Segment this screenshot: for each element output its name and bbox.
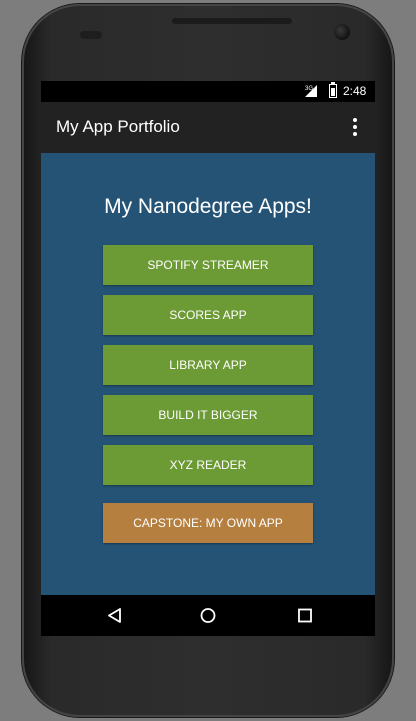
device-screen: 3G 2:48 My App Portfolio My Nanodegree A… [41,81,375,636]
app-title: My App Portfolio [56,117,180,136]
status-bar: 3G 2:48 [41,81,375,102]
back-button[interactable] [85,595,145,636]
battery-icon [329,82,337,98]
speaker-grille [172,18,292,24]
main-content: My Nanodegree Apps! SPOTIFY STREAMER SCO… [41,153,375,595]
capstone-button[interactable]: CAPSTONE: MY OWN APP [103,503,313,543]
svg-text:3G: 3G [305,86,313,92]
network-signal-icon: 3G [305,85,317,97]
spotify-streamer-button[interactable]: SPOTIFY STREAMER [103,245,313,285]
app-bar: My App Portfolio [41,102,375,153]
back-icon [108,608,121,623]
library-app-button[interactable]: LIBRARY APP [103,345,313,385]
scores-app-button[interactable]: SCORES APP [103,295,313,335]
status-time: 2:48 [343,84,367,98]
overflow-menu-icon[interactable] [349,116,361,138]
home-icon [200,608,216,623]
xyz-reader-button[interactable]: XYZ READER [103,445,313,485]
navigation-bar [41,595,375,636]
proximity-sensor [80,31,102,39]
page-heading: My Nanodegree Apps! [104,195,312,218]
home-button[interactable] [178,595,238,636]
front-camera [334,24,350,40]
recent-apps-button[interactable] [275,595,335,636]
recent-apps-icon [298,608,312,623]
build-it-bigger-button[interactable]: BUILD IT BIGGER [103,395,313,435]
